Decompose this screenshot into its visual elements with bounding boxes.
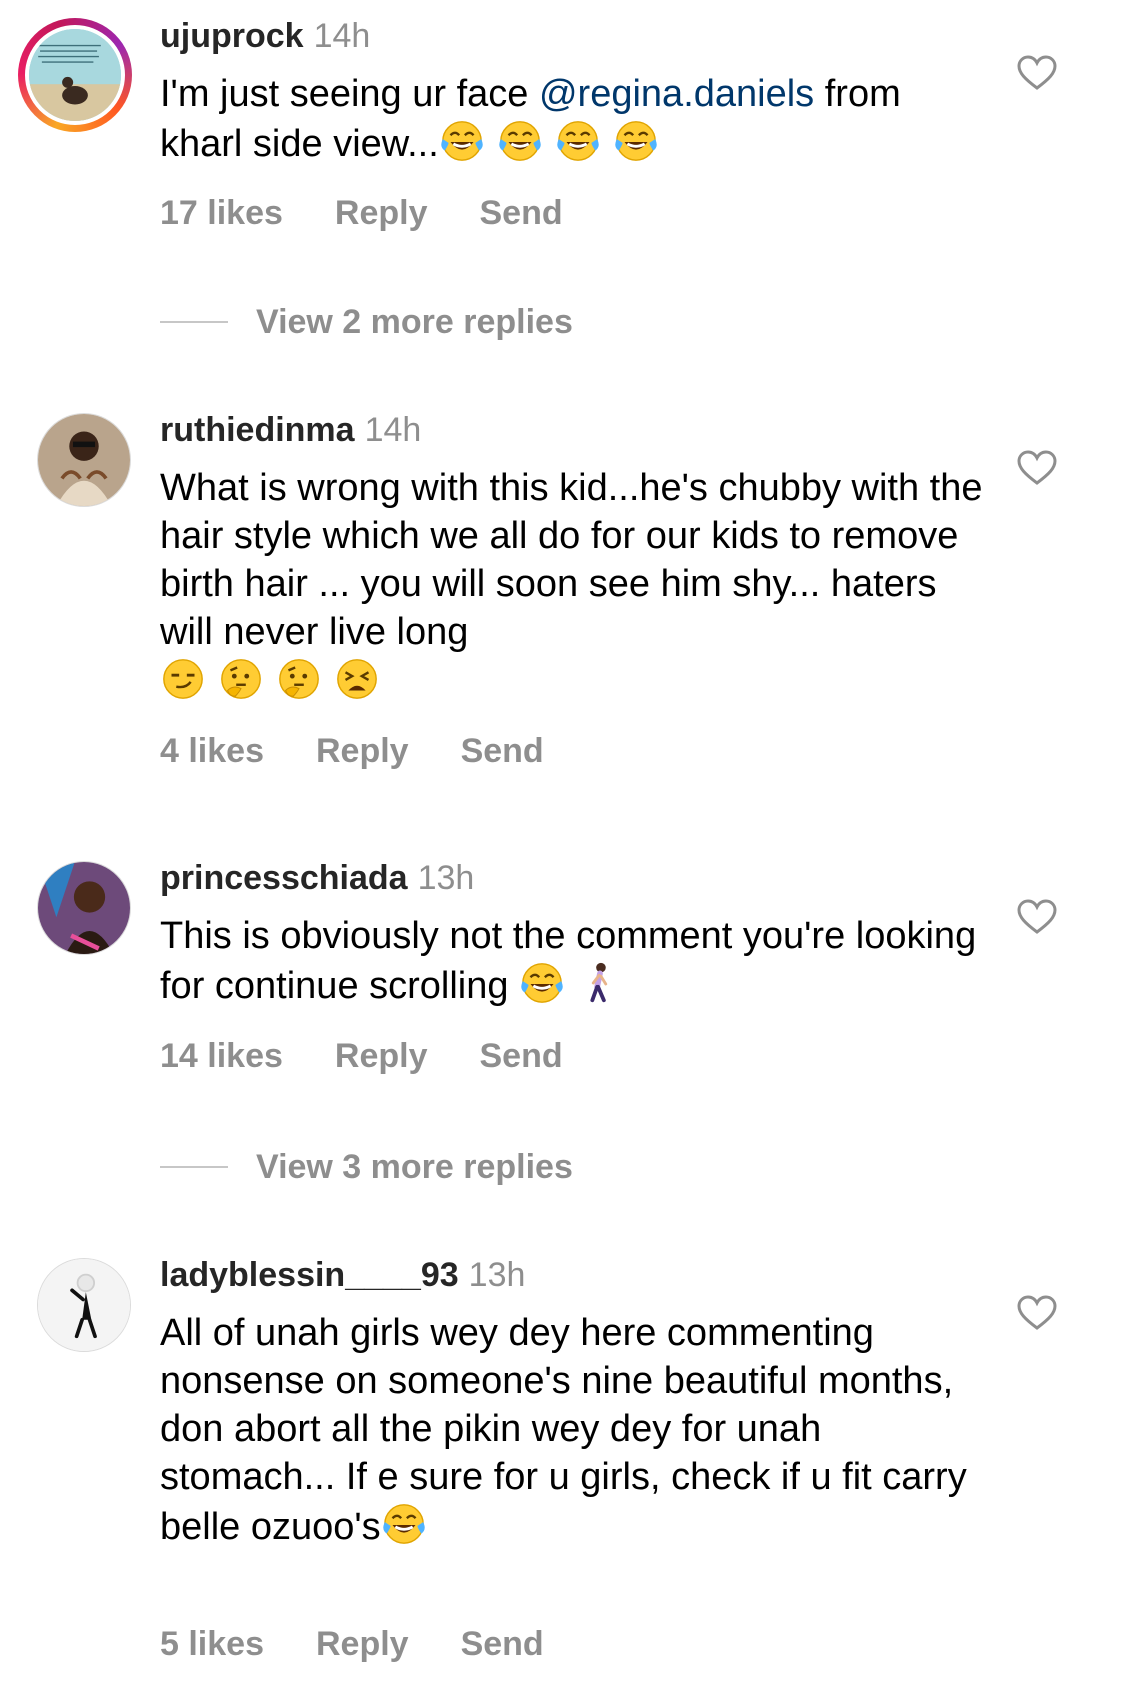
send-button[interactable]: Send [461,732,544,770]
reply-button[interactable]: Reply [316,1625,409,1663]
comment-time: 14h [364,411,422,449]
username[interactable]: princesschiada [160,859,408,897]
comment-text: What is wrong with this kid...he's chubb… [160,464,990,706]
heart-outline-icon[interactable] [1017,450,1057,486]
comment-text: This is obviously not the comment you're… [160,915,977,1007]
tired-face-emoji [334,656,380,702]
comment-header: ujuprock 14h [160,16,370,56]
send-button[interactable]: Send [479,194,562,232]
mention-link[interactable]: @regina.daniels [539,73,814,115]
comment-actions: 4 likes Reply Send [160,731,596,771]
avatar[interactable] [37,1258,131,1352]
view-replies-button[interactable]: View 2 more replies [160,300,573,344]
likes-count[interactable]: 4 likes [160,732,264,770]
thinking-face-emoji [276,656,322,702]
comment-time: 13h [468,1256,526,1294]
tears-of-joy-emoji [555,118,601,164]
comment-actions: 5 likes Reply Send [160,1624,596,1664]
comment-header: princesschiada 13h [160,858,474,898]
thinking-face-emoji [218,656,264,702]
replies-divider [160,1166,228,1168]
replies-divider [160,321,228,323]
likes-count[interactable]: 5 likes [160,1625,264,1663]
comment-time: 13h [417,859,475,897]
comment-actions: 17 likes Reply Send [160,193,615,233]
heart-outline-icon[interactable] [1017,1295,1057,1331]
comment-header: ladyblessin____93 13h [160,1255,525,1295]
send-button[interactable]: Send [479,1037,562,1075]
reply-button[interactable]: Reply [316,732,409,770]
likes-count[interactable]: 17 likes [160,194,283,232]
comment-actions: 14 likes Reply Send [160,1036,615,1076]
heart-outline-icon[interactable] [1017,899,1057,935]
woman-walking-emoji [577,960,623,1006]
reply-button[interactable]: Reply [335,194,428,232]
tears-of-joy-emoji [439,118,485,164]
comment-header: ruthiedinma 14h [160,410,421,450]
username[interactable]: ladyblessin____93 [160,1256,459,1294]
username[interactable]: ruthiedinma [160,411,355,449]
heart-outline-icon[interactable] [1017,55,1057,91]
view-replies-button[interactable]: View 3 more replies [160,1145,573,1189]
username[interactable]: ujuprock [160,17,304,55]
view-replies-label: View 2 more replies [256,303,573,341]
comment-text: All of unah girls wey dey here commentin… [160,1312,967,1548]
avatar[interactable] [37,861,131,955]
likes-count[interactable]: 14 likes [160,1037,283,1075]
smirking-face-emoji [160,656,206,702]
comment-text: I'm just seeing ur face @regina.daniels … [160,73,901,165]
avatar[interactable] [37,413,131,507]
tears-of-joy-emoji [613,118,659,164]
tears-of-joy-emoji [519,960,565,1006]
send-button[interactable]: Send [461,1625,544,1663]
reply-button[interactable]: Reply [335,1037,428,1075]
avatar[interactable] [18,18,132,132]
tears-of-joy-emoji [381,1501,427,1547]
view-replies-label: View 3 more replies [256,1148,573,1186]
tears-of-joy-emoji [497,118,543,164]
comment-time: 14h [313,17,371,55]
